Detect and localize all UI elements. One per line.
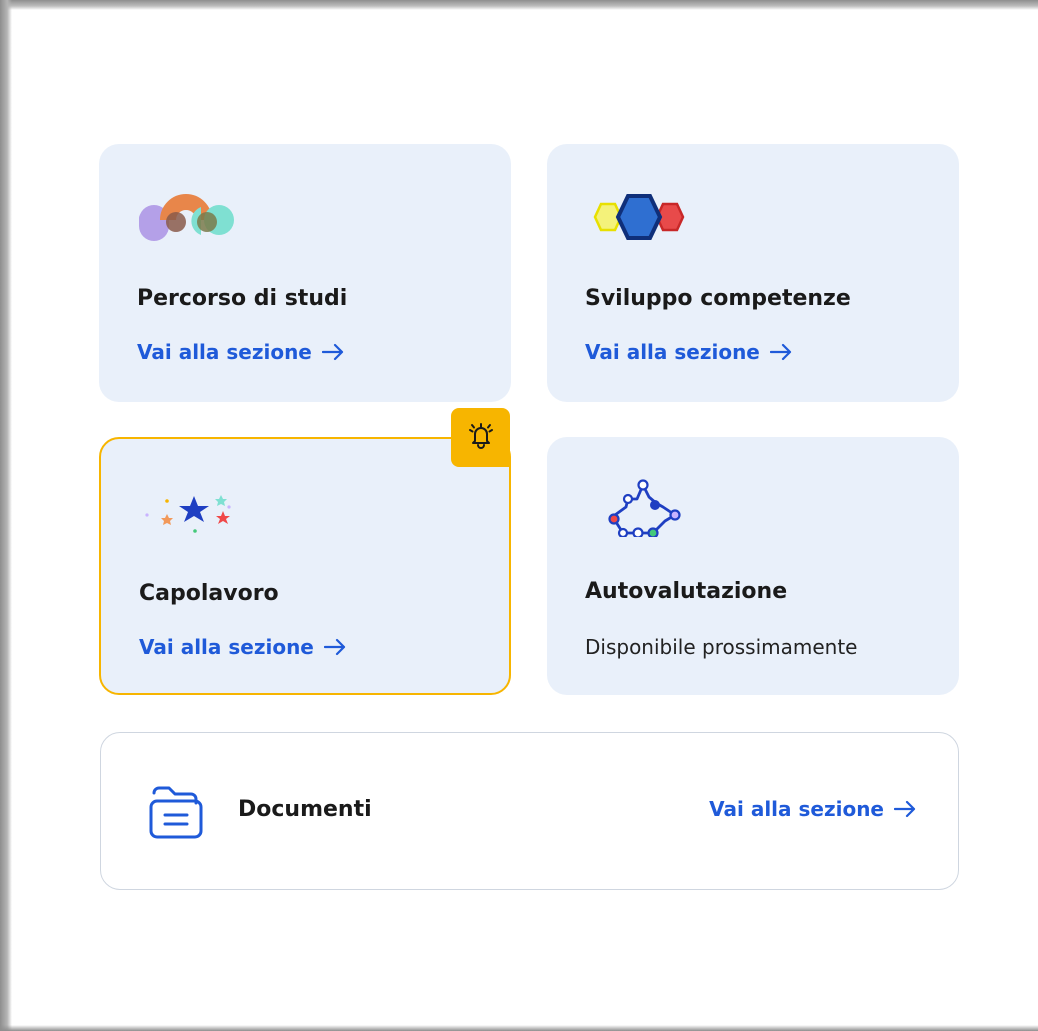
window-border-left xyxy=(0,0,12,1031)
folder-document-icon xyxy=(145,781,207,843)
coming-soon-label: Disponibile prossimamente xyxy=(585,635,858,659)
window-border-top xyxy=(0,0,1038,10)
card-title: Capolavoro xyxy=(139,581,279,606)
bell-icon xyxy=(464,419,498,457)
arrow-right-icon xyxy=(323,638,346,656)
go-to-section-link[interactable]: Vai alla sezione xyxy=(709,797,916,821)
card-percorso-di-studi[interactable]: Percorso di studi Vai alla sezione xyxy=(99,144,511,402)
documents-card[interactable]: Documenti Vai alla sezione xyxy=(100,732,959,890)
arrow-right-icon xyxy=(321,343,344,361)
arrow-right-icon xyxy=(769,343,792,361)
notification-badge xyxy=(451,408,510,467)
go-to-section-link[interactable]: Vai alla sezione xyxy=(137,340,344,364)
window-border-bottom xyxy=(0,1025,1038,1031)
overlapping-arcs-icon xyxy=(135,192,255,242)
stars-icon xyxy=(137,487,257,537)
card-title: Autovalutazione xyxy=(585,579,788,604)
go-to-section-link[interactable]: Vai alla sezione xyxy=(585,340,792,364)
link-label: Vai alla sezione xyxy=(585,340,760,364)
link-label: Vai alla sezione xyxy=(137,340,312,364)
link-label: Vai alla sezione xyxy=(709,797,884,821)
card-sviluppo-competenze[interactable]: Sviluppo competenze Vai alla sezione xyxy=(547,144,959,402)
card-title: Percorso di studi xyxy=(137,286,348,311)
documents-title: Documenti xyxy=(238,797,372,822)
network-nodes-icon xyxy=(583,479,703,539)
hexagons-icon xyxy=(583,192,703,242)
link-label: Vai alla sezione xyxy=(139,635,314,659)
card-autovalutazione: Autovalutazione Disponibile prossimament… xyxy=(547,437,959,695)
card-title: Sviluppo competenze xyxy=(585,286,851,311)
page: Percorso di studi Vai alla sezione Svilu… xyxy=(0,0,1038,1031)
card-capolavoro[interactable]: Capolavoro Vai alla sezione xyxy=(99,437,511,695)
go-to-section-link[interactable]: Vai alla sezione xyxy=(139,635,346,659)
arrow-right-icon xyxy=(894,800,916,818)
